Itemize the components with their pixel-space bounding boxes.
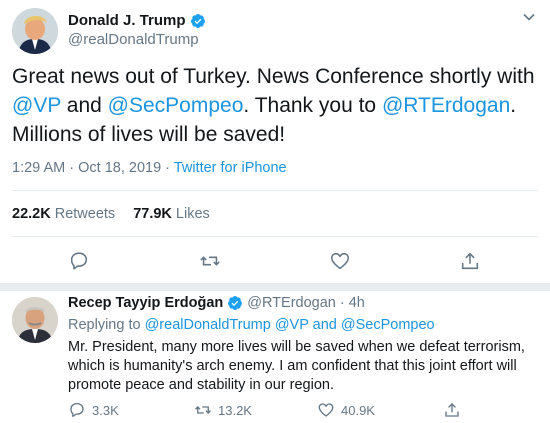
replying-to-label: Replying to — [68, 317, 141, 333]
mention-link[interactable]: @VP — [275, 317, 309, 333]
avatar[interactable] — [12, 8, 58, 54]
retweets-stat[interactable]: 22.2K Retweets — [12, 206, 115, 222]
verified-badge-icon — [228, 296, 243, 310]
author-handle[interactable]: @realDonaldTrump — [68, 31, 199, 48]
retweet-icon — [195, 406, 211, 414]
reply-author-handle[interactable]: @RTErdogan — [247, 295, 336, 311]
reply-icon[interactable] — [68, 250, 90, 272]
tweet-time[interactable]: 1:29 AM — [12, 160, 65, 176]
mention-link[interactable]: @SecPompeo — [108, 94, 244, 117]
tweet-text-part: Great news out of Turkey. News Conferenc… — [12, 65, 535, 88]
reply-action-share[interactable] — [443, 401, 461, 419]
retweets-label: Retweets — [54, 206, 116, 222]
tweet-text-part: . Thank you to — [243, 94, 382, 117]
heart-icon[interactable] — [329, 250, 351, 272]
tweet-text-part: and — [60, 94, 108, 117]
tweet-text: Great news out of Turkey. News Conferenc… — [12, 62, 540, 149]
reply-count: 3.3K — [92, 402, 119, 418]
tweet-actions — [0, 250, 550, 274]
retweet-count: 13.2K — [218, 402, 252, 418]
reply-icon — [70, 402, 84, 418]
author-name[interactable]: Donald J. Trump — [68, 12, 206, 29]
section-separator — [0, 283, 550, 291]
reply-tweet[interactable]: Recep Tayyip Erdoğan @RTErdogan · 4h Rep… — [0, 291, 550, 423]
retweets-count: 22.2K — [12, 206, 51, 222]
likes-label: Likes — [175, 206, 210, 222]
reply-actions: 3.3K 13.2K 40.9K — [68, 401, 538, 421]
share-icon — [445, 403, 459, 417]
tweet-stats: 22.2K Retweets 77.9K Likes — [12, 206, 210, 222]
mention-link[interactable]: @VP — [12, 94, 61, 117]
replying-to-and[interactable]: and — [309, 317, 341, 333]
mention-link[interactable]: @realDonaldTrump — [145, 317, 271, 333]
tweet-meta: 1:29 AM · Oct 18, 2019 · Twitter for iPh… — [12, 160, 287, 176]
reply-action-reply[interactable]: 3.3K — [68, 401, 119, 419]
main-tweet: Donald J. Trump @realDonaldTrump Great n… — [0, 0, 550, 283]
reply-header: Recep Tayyip Erdoğan @RTErdogan · 4h — [68, 295, 365, 311]
share-icon[interactable] — [459, 250, 481, 272]
like-count: 40.9K — [341, 402, 375, 418]
retweet-icon[interactable] — [199, 250, 221, 272]
meta-separator: · — [69, 160, 75, 176]
meta-separator: · — [165, 160, 171, 176]
reply-action-retweet[interactable]: 13.2K — [194, 401, 252, 419]
avatar-image — [12, 8, 58, 54]
reply-action-like[interactable]: 40.9K — [317, 401, 375, 419]
tweet-source[interactable]: Twitter for iPhone — [174, 160, 287, 176]
divider — [12, 236, 538, 237]
tweet-date[interactable]: Oct 18, 2019 — [78, 160, 161, 176]
replying-to: Replying to @realDonaldTrump @VP and @Se… — [68, 317, 435, 333]
reply-age[interactable]: 4h — [349, 295, 365, 311]
reply-author-name[interactable]: Recep Tayyip Erdoğan — [68, 295, 223, 311]
mention-link[interactable]: @RTErdogan — [382, 94, 510, 117]
author-name-text[interactable]: Donald J. Trump — [68, 12, 186, 29]
divider — [12, 190, 538, 191]
heart-icon — [318, 403, 334, 417]
chevron-down-icon[interactable] — [522, 10, 536, 24]
likes-count: 77.9K — [133, 206, 172, 222]
mention-link[interactable]: @SecPompeo — [341, 317, 435, 333]
verified-badge-icon — [190, 13, 205, 28]
avatar-image — [12, 297, 58, 343]
reply-text: Mr. President, many more lives will be s… — [68, 339, 525, 393]
meta-separator: · — [339, 295, 345, 311]
likes-stat[interactable]: 77.9K Likes — [133, 206, 210, 222]
avatar[interactable] — [12, 297, 58, 343]
